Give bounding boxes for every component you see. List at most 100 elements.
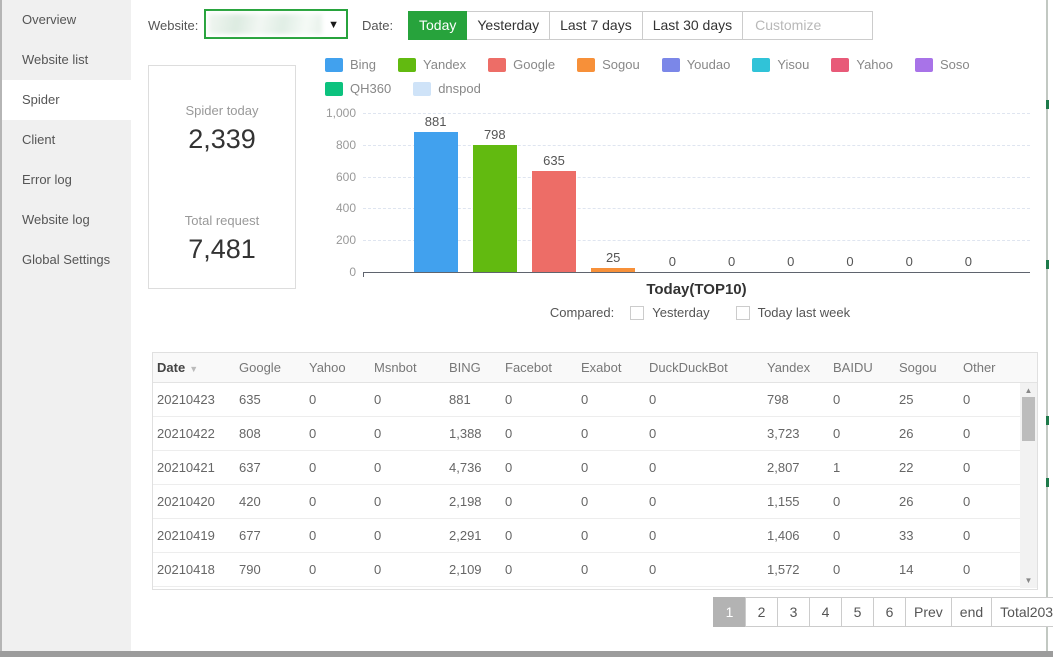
table-cell: 0 xyxy=(309,460,317,475)
table-cell: 0 xyxy=(505,494,513,509)
legend-swatch-icon xyxy=(325,81,343,96)
column-header-bing[interactable]: BING xyxy=(449,360,505,375)
website-select-value-redacted xyxy=(209,14,322,34)
table-row[interactable]: 20210420 420 0 0 2,198 0 0 0 1,155 0 26 0 xyxy=(153,485,1037,519)
last-page-button[interactable]: end xyxy=(950,597,993,627)
sort-caret-icon[interactable]: ▼ xyxy=(189,364,198,374)
table-cell: 0 xyxy=(374,426,382,441)
table-row[interactable]: 20210418 790 0 0 2,109 0 0 0 1,572 0 14 0 xyxy=(153,553,1037,587)
scroll-down-icon[interactable]: ▼ xyxy=(1020,576,1037,585)
sidebar-item-spider[interactable]: Spider xyxy=(2,80,131,120)
window-edge-artifact xyxy=(1046,478,1049,487)
table-cell: 881 xyxy=(449,392,471,407)
date-button-yesterday[interactable]: Yesterday xyxy=(467,11,551,40)
date-range-button-group: Today Yesterday Last 7 days Last 30 days Cus… xyxy=(408,11,874,40)
chart-bar-bing[interactable] xyxy=(413,131,458,272)
window-edge-artifact xyxy=(1046,416,1049,425)
table-cell: 0 xyxy=(581,494,589,509)
column-header-baidu[interactable]: BAIDU xyxy=(833,360,899,375)
page-button-3[interactable]: 3 xyxy=(777,597,810,627)
sidebar-item-error-log[interactable]: Error log xyxy=(2,160,131,200)
page-button-5[interactable]: 5 xyxy=(841,597,874,627)
page-button-1[interactable]: 1 xyxy=(713,597,746,627)
date-button-today[interactable]: Today xyxy=(408,11,468,40)
prev-page-button[interactable]: Prev xyxy=(905,597,952,627)
legend-item-qh360[interactable]: QH360 xyxy=(325,81,391,96)
table-cell: 0 xyxy=(833,494,841,509)
chart-bar-google[interactable] xyxy=(532,171,576,272)
chart-bar-value-label: 798 xyxy=(483,127,506,143)
column-header-google[interactable]: Google xyxy=(239,360,309,375)
table-cell: 0 xyxy=(833,562,841,577)
legend-swatch-icon xyxy=(752,57,771,72)
column-header-label: Yandex xyxy=(767,360,811,375)
table-cell: 0 xyxy=(374,562,382,577)
table-cell: 0 xyxy=(833,392,841,407)
column-header-sogou[interactable]: Sogou xyxy=(899,360,963,375)
table-cell: 2,291 xyxy=(449,528,482,543)
column-header-other[interactable]: Other xyxy=(963,360,1037,375)
table-cell: 2,109 xyxy=(449,562,482,577)
table-scrollbar[interactable]: ▲ ▼ xyxy=(1020,383,1037,588)
column-header-label: Other xyxy=(963,360,996,375)
sidebar-item-client[interactable]: Client xyxy=(2,120,131,160)
table-row[interactable]: 20210419 677 0 0 2,291 0 0 0 1,406 0 33 0 xyxy=(153,519,1037,553)
date-button-customize[interactable]: Customize xyxy=(743,11,874,40)
column-header-facebot[interactable]: Facebot xyxy=(505,360,581,375)
chart-bar-yandex[interactable] xyxy=(472,145,517,272)
scrollbar-thumb[interactable] xyxy=(1022,397,1035,441)
chart-legend: Bing Yandex Google Sogou Youdao Yisou Yahoo Sos… xyxy=(325,57,1025,96)
checkbox-icon[interactable] xyxy=(735,305,750,320)
sidebar-item-website-list[interactable]: Website list xyxy=(2,40,131,80)
table-cell: 25 xyxy=(899,392,914,407)
legend-swatch-icon xyxy=(398,57,417,72)
legend-item-google[interactable]: Google xyxy=(488,57,555,72)
column-header-exabot[interactable]: Exabot xyxy=(581,360,649,375)
legend-item-soso[interactable]: Soso xyxy=(915,57,970,72)
legend-item-yisou[interactable]: Yisou xyxy=(752,57,809,72)
column-header-msnbot[interactable]: Msnbot xyxy=(374,360,449,375)
legend-item-dnspod[interactable]: dnspod xyxy=(413,81,481,96)
legend-item-yandex[interactable]: Yandex xyxy=(398,57,466,72)
table-cell: 20210423 xyxy=(157,392,215,407)
legend-item-yahoo[interactable]: Yahoo xyxy=(831,57,893,72)
compared-option-yesterday[interactable]: Yesterday xyxy=(630,305,710,320)
column-header-yandex[interactable]: Yandex xyxy=(767,360,833,375)
sidebar-item-overview[interactable]: Overview xyxy=(2,0,131,40)
table-cell: 0 xyxy=(649,426,657,441)
legend-item-label: Google xyxy=(513,57,556,72)
table-cell: 0 xyxy=(581,392,589,407)
page-button-2[interactable]: 2 xyxy=(745,597,778,627)
legend-item-bing[interactable]: Bing xyxy=(325,57,376,72)
table-row[interactable]: 20210422 808 0 0 1,388 0 0 0 3,723 0 26 0 xyxy=(153,417,1037,451)
chart-gridline xyxy=(363,240,1030,242)
column-header-label: Google xyxy=(239,360,281,375)
column-header-yahoo[interactable]: Yahoo xyxy=(309,360,374,375)
website-select-dropdown[interactable]: ▼ xyxy=(204,9,348,39)
sidebar-item-website-log[interactable]: Website log xyxy=(2,200,131,240)
legend-item-youdao[interactable]: Youdao xyxy=(661,57,730,72)
legend-item-sogou[interactable]: Sogou xyxy=(577,57,640,72)
website-label: Website: xyxy=(148,18,199,33)
column-header-label: Msnbot xyxy=(374,360,417,375)
table-row[interactable]: 20210423 635 0 0 881 0 0 0 798 0 25 0 xyxy=(153,383,1037,417)
table-cell: 0 xyxy=(833,426,841,441)
table-cell: 3,723 xyxy=(767,426,800,441)
date-button-last-30-days[interactable]: Last 30 days xyxy=(642,11,744,40)
spider-stats-card: Spider today 2,339 Total request 7,481 xyxy=(148,65,296,289)
chart-gridline xyxy=(363,144,1030,146)
scroll-up-icon[interactable]: ▲ xyxy=(1020,386,1037,395)
legend-item-label: Bing xyxy=(350,57,377,72)
sidebar-item-global-settings[interactable]: Global Settings xyxy=(2,240,131,280)
page-button-4[interactable]: 4 xyxy=(809,597,842,627)
legend-item-label: QH360 xyxy=(350,81,392,96)
spider-data-table: Date ▼ Google Yahoo Msnbot BING Facebot Exabot D… xyxy=(152,352,1038,590)
checkbox-icon[interactable] xyxy=(630,305,645,320)
column-header-duckduckbot[interactable]: DuckDuckBot xyxy=(649,360,767,375)
column-header-date[interactable]: Date ▼ xyxy=(157,360,239,375)
legend-item-label: Yandex xyxy=(423,57,467,72)
date-button-last-7-days[interactable]: Last 7 days xyxy=(550,11,643,40)
table-row[interactable]: 20210421 637 0 0 4,736 0 0 0 2,807 1 22 0 xyxy=(153,451,1037,485)
compared-option-today-last-week[interactable]: Today last week xyxy=(735,305,850,320)
page-button-6[interactable]: 6 xyxy=(873,597,906,627)
